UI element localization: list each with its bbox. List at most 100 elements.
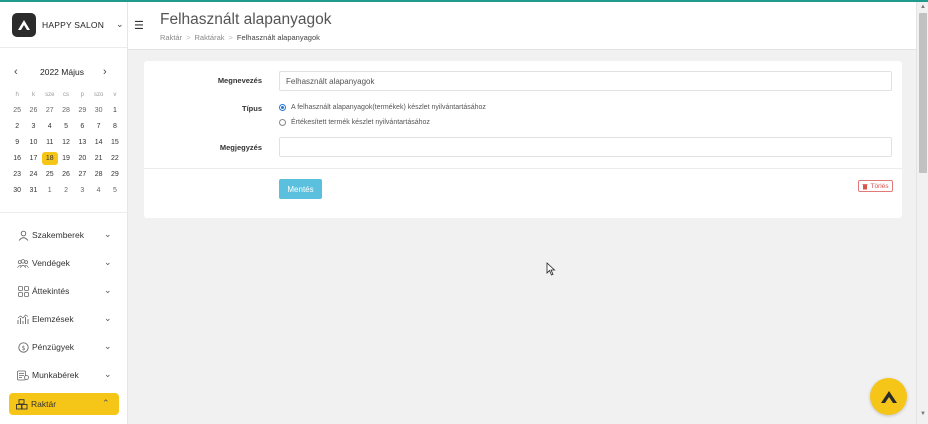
calendar-day[interactable]: 7 <box>90 120 106 133</box>
breadcrumb-link[interactable]: Raktár <box>160 33 182 42</box>
calendar-day[interactable]: 1 <box>42 184 58 197</box>
chevron-down-icon: ⌄ <box>104 229 112 239</box>
calendar-day[interactable]: 21 <box>90 152 106 165</box>
sidebar: HAPPY SALON ⌄ ‹ 2022 Május › h k sze cs p szo… <box>0 2 128 424</box>
chevron-down-icon: ⌄ <box>104 313 112 323</box>
calendar-day-today[interactable]: 18 <box>41 152 58 165</box>
calendar-day[interactable]: 14 <box>90 136 106 149</box>
note-label: Megjegyzés <box>219 143 262 152</box>
name-input[interactable] <box>279 71 892 91</box>
calendar-day[interactable]: 28 <box>58 104 74 117</box>
calendar-day[interactable]: 22 <box>107 152 123 165</box>
radio-selected[interactable] <box>279 104 286 111</box>
calendar-day[interactable]: 3 <box>74 184 90 197</box>
calendar-day[interactable]: 2 <box>58 184 74 197</box>
type-option-label: Értékesített termék készlet nyilvántartá… <box>291 119 430 126</box>
calendar-weekday: k <box>31 92 35 98</box>
brand-switcher[interactable]: HAPPY SALON ⌄ <box>0 2 127 48</box>
delete-button-label: Törlés <box>870 182 889 190</box>
calendar-day[interactable]: 25 <box>9 104 25 117</box>
scroll-thumb[interactable] <box>919 13 927 173</box>
calendar-day[interactable]: 28 <box>90 168 106 181</box>
help-fab-button[interactable] <box>870 378 907 415</box>
scroll-up-arrow-icon[interactable]: ▲ <box>920 4 926 10</box>
calendar-day[interactable]: 26 <box>58 168 74 181</box>
calendar-day[interactable]: 24 <box>25 168 41 181</box>
calendar-day[interactable]: 8 <box>107 120 123 133</box>
calendar-day[interactable]: 12 <box>58 136 74 149</box>
calendar-grid: h k sze cs p szo v 25 26 27 28 29 30 1 2 3 4 5 6 7 8 9 10 11 12 1… <box>9 90 123 197</box>
trash-icon <box>862 183 868 189</box>
calendar-day[interactable]: 27 <box>74 168 90 181</box>
calendar-day[interactable]: 31 <box>25 184 41 197</box>
page-header: ☰ Felhasznált alapanyagok Raktár > Raktára… <box>128 2 916 50</box>
calendar-day[interactable]: 23 <box>9 168 25 181</box>
calendar-day[interactable]: 15 <box>107 136 123 149</box>
calendar-day[interactable]: 5 <box>107 184 123 197</box>
sidebar-nav: Szakemberek ⌄ Vendégek ⌄ Áttekintés ⌄ Elemzése… <box>0 221 128 415</box>
chevron-left-icon[interactable]: ‹ <box>14 66 18 78</box>
calendar-day[interactable]: 26 <box>25 104 41 117</box>
breadcrumb-separator: > <box>186 33 191 42</box>
sidebar-item-label: Munkabérek <box>32 370 79 380</box>
sidebar-item-elemzések[interactable]: Elemzések ⌄ <box>0 305 128 333</box>
type-option-sold-products[interactable]: Értékesített termék készlet nyilvántartá… <box>279 119 430 126</box>
name-label: Megnevezés <box>217 76 262 85</box>
calendar-day[interactable]: 10 <box>25 136 41 149</box>
calendar-day[interactable]: 16 <box>9 152 25 165</box>
brand-name: HAPPY SALON <box>42 19 105 30</box>
breadcrumb-link[interactable]: Raktárak <box>194 33 224 42</box>
calendar-day[interactable]: 3 <box>25 120 41 133</box>
calendar-weekday: cs <box>63 92 70 98</box>
calendar-weekday: szo <box>93 92 104 98</box>
calendar-day[interactable]: 4 <box>90 184 106 197</box>
calendar-day[interactable]: 9 <box>9 136 25 149</box>
chevron-down-icon[interactable]: ⌄ <box>116 19 124 30</box>
grid-icon <box>17 285 29 297</box>
sidebar-item-szakemberek[interactable]: Szakemberek ⌄ <box>0 221 128 249</box>
scroll-down-arrow-icon[interactable]: ▼ <box>920 411 926 417</box>
sidebar-item-áttekintés[interactable]: Áttekintés ⌄ <box>0 277 128 305</box>
sidebar-item-raktár[interactable]: Raktár ⌃ <box>9 393 119 415</box>
calendar-day[interactable]: 1 <box>107 104 123 117</box>
user-icon <box>17 229 29 241</box>
chevron-right-icon[interactable]: › <box>103 66 107 78</box>
calendar-day[interactable]: 4 <box>42 120 58 133</box>
calendar-day[interactable]: 29 <box>107 168 123 181</box>
chevron-down-icon: ⌄ <box>104 341 112 351</box>
page-scrollbar[interactable]: ▲ ▼ <box>916 2 928 424</box>
chevron-down-icon: ⌄ <box>104 369 112 379</box>
type-option-label: A felhasznált alapanyagok(termékek) kész… <box>291 104 486 111</box>
calendar-day[interactable]: 20 <box>74 152 90 165</box>
save-button[interactable]: Mentés <box>279 179 322 199</box>
sidebar-item-munkabérek[interactable]: Munkabérek ⌄ <box>0 361 128 389</box>
note-input[interactable] <box>279 137 892 157</box>
form-card: Megnevezés Típus A felhasznált alapanyag… <box>144 61 902 218</box>
calendar-day[interactable]: 17 <box>25 152 41 165</box>
calendar-day[interactable]: 30 <box>90 104 106 117</box>
users-icon <box>17 257 29 269</box>
radio-unselected[interactable] <box>279 119 286 126</box>
calendar-day[interactable]: 2 <box>9 120 25 133</box>
calendar-weekday: v <box>113 92 117 98</box>
calendar-day[interactable]: 19 <box>58 152 74 165</box>
coin-icon: $ <box>17 341 29 353</box>
mouse-cursor-icon <box>546 262 556 276</box>
calendar-month-title: 2022 Május <box>40 67 84 77</box>
calendar-day[interactable]: 11 <box>42 136 58 149</box>
menu-icon[interactable]: ☰ <box>134 19 144 32</box>
calendar-day[interactable]: 25 <box>42 168 58 181</box>
calendar-day[interactable]: 5 <box>58 120 74 133</box>
sidebar-item-pénzügyek[interactable]: $ Pénzügyek ⌄ <box>0 333 128 361</box>
form-divider <box>144 168 902 169</box>
calendar-day[interactable]: 6 <box>74 120 90 133</box>
sidebar-item-vendégek[interactable]: Vendégek ⌄ <box>0 249 128 277</box>
calendar-day[interactable]: 30 <box>9 184 25 197</box>
calendar-day[interactable]: 13 <box>74 136 90 149</box>
calendar-day[interactable]: 27 <box>42 104 58 117</box>
delete-button[interactable]: Törlés <box>858 180 893 192</box>
sidebar-item-label: Vendégek <box>32 258 70 268</box>
type-option-materials[interactable]: A felhasznált alapanyagok(termékek) kész… <box>279 104 486 111</box>
calendar-day[interactable]: 29 <box>74 104 90 117</box>
chevron-up-icon: ⌃ <box>102 398 110 408</box>
